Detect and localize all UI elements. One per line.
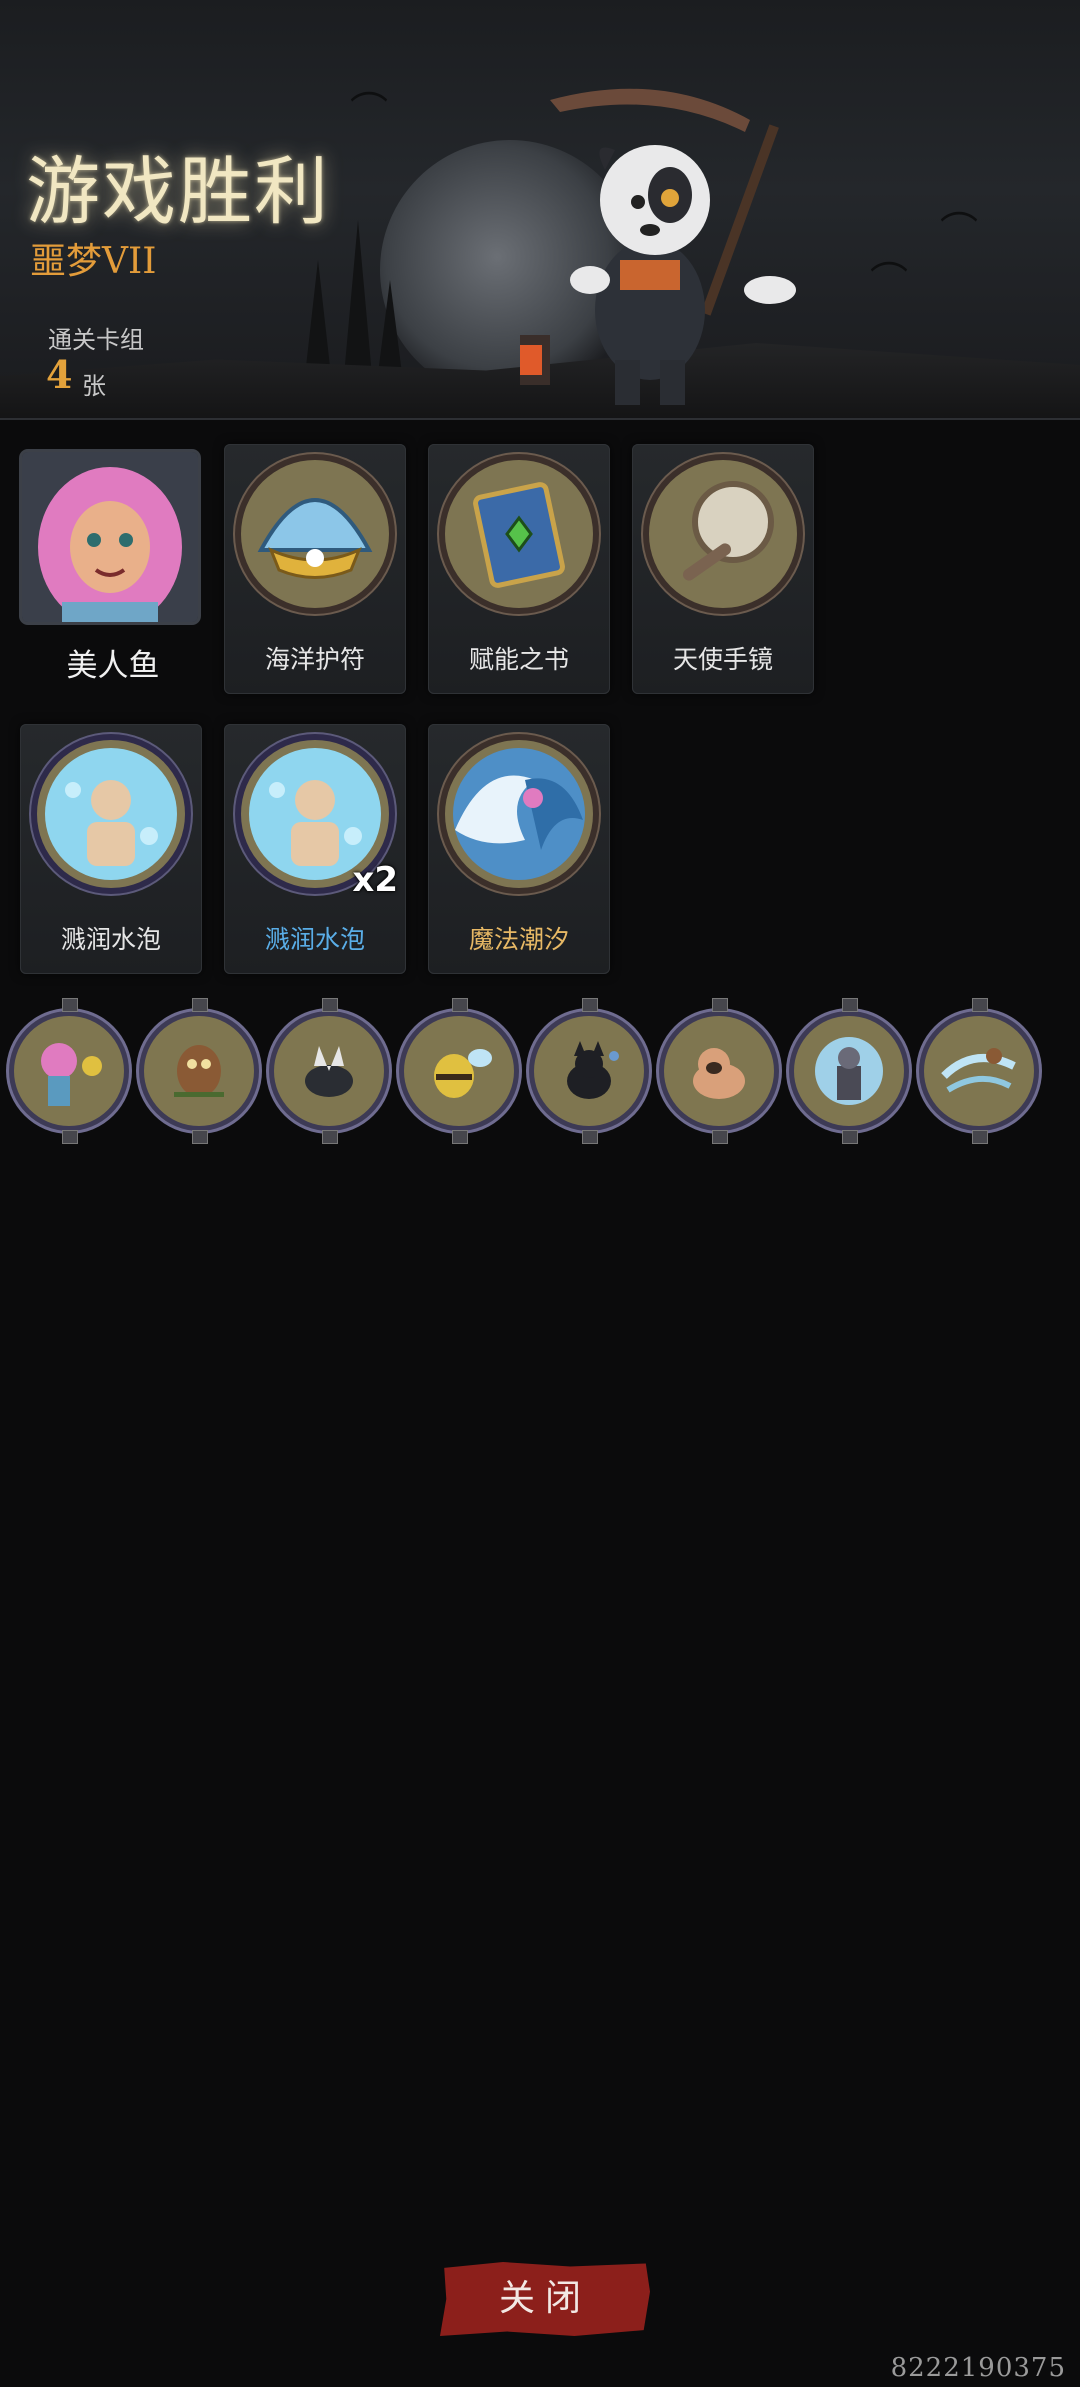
pug-companion-icon — [693, 1048, 745, 1099]
bee-companion-icon — [434, 1049, 492, 1098]
count-badge: x2 — [352, 860, 398, 900]
viking-companion-icon — [815, 1037, 883, 1105]
card-water-bubble[interactable]: 溅润水泡 — [20, 724, 202, 974]
bat-icon: ⌒ — [870, 259, 909, 303]
victory-title: 游戏胜利 — [26, 149, 330, 235]
card-name: 魔法潮汐 — [468, 925, 569, 954]
owl-companion-icon — [174, 1045, 224, 1097]
card-magic-tide[interactable]: 魔法潮汐 — [428, 724, 610, 974]
deck-unit: 张 — [82, 372, 106, 400]
card-name: 天使手镜 — [672, 645, 773, 674]
wolf-companion-icon — [305, 1046, 353, 1097]
card-ocean-amulet[interactable]: 海洋护符 — [224, 444, 406, 694]
card-water-bubble[interactable]: x2 溅润水泡 — [224, 724, 406, 974]
companion-viking[interactable] — [794, 998, 904, 1144]
seashell-icon — [257, 498, 373, 579]
card-name: 赋能之书 — [468, 645, 569, 674]
card-name: 海洋护符 — [264, 645, 365, 674]
companion-cat[interactable] — [534, 998, 644, 1144]
card-angel-mirror[interactable]: 天使手镜 — [632, 444, 814, 694]
companion-owl[interactable] — [144, 998, 254, 1144]
card-empower-book[interactable]: 赋能之书 — [428, 444, 610, 694]
companion-bee[interactable] — [404, 998, 514, 1144]
difficulty-label: 噩梦VII — [30, 241, 157, 282]
victory-banner: ⌒ ⌒ ⌒ 游戏胜利 噩梦VII 通关卡组 4 张 — [0, 0, 1080, 420]
bat-icon: ⌒ — [940, 209, 979, 253]
deck-count: 4 — [46, 352, 73, 397]
hand-mirror-icon — [682, 481, 774, 581]
hero-character-illustration — [520, 88, 796, 405]
mermaid-portrait-icon — [22, 452, 198, 622]
cat-companion-icon — [567, 1041, 619, 1099]
companion-mermaid[interactable] — [14, 998, 124, 1144]
magic-tide-icon — [453, 748, 585, 880]
companion-pug[interactable] — [664, 998, 774, 1144]
spellbook-icon — [473, 482, 565, 588]
close-button[interactable]: 关闭 — [440, 2262, 650, 2336]
watermark-text: 8222190375 — [890, 2353, 1066, 2383]
character-name: 美人鱼 — [66, 648, 160, 684]
card-name: 溅润水泡 — [264, 925, 365, 954]
deck-label: 通关卡组 — [48, 326, 144, 354]
card-name: 溅润水泡 — [60, 925, 161, 954]
water-bubble-icon — [45, 748, 177, 880]
divider — [0, 418, 1080, 420]
companion-wolf[interactable] — [274, 998, 384, 1144]
companion-wind[interactable] — [924, 998, 1034, 1144]
mermaid-companion-icon — [41, 1043, 102, 1106]
bat-icon: ⌒ — [350, 89, 389, 133]
wind-companion-icon — [941, 1048, 1016, 1093]
character-portrait[interactable] — [22, 452, 198, 622]
